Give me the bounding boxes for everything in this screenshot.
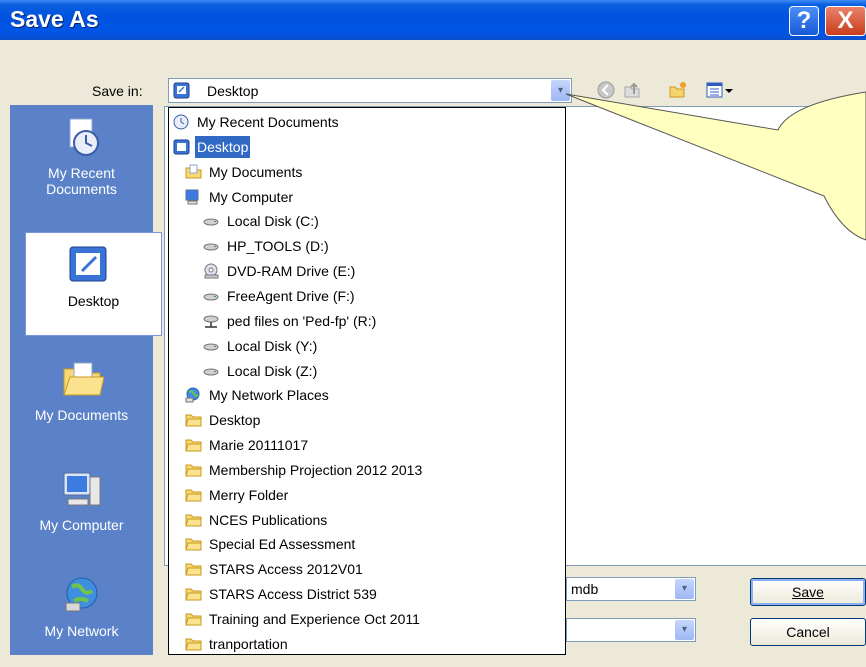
save-as-type-field[interactable]: ▾ — [566, 618, 696, 642]
chevron-down-icon[interactable]: ▾ — [675, 579, 694, 599]
save-button-label: Save — [792, 584, 824, 600]
cancel-button[interactable]: Cancel — [750, 618, 866, 646]
file-name-value: mdb — [571, 581, 599, 597]
save-button[interactable]: Save — [750, 578, 866, 606]
chevron-down-icon[interactable]: ▾ — [675, 620, 694, 640]
callout-balloon — [565, 91, 866, 241]
file-name-field[interactable]: mdb ▾ — [566, 577, 696, 601]
cancel-button-label: Cancel — [786, 624, 830, 640]
